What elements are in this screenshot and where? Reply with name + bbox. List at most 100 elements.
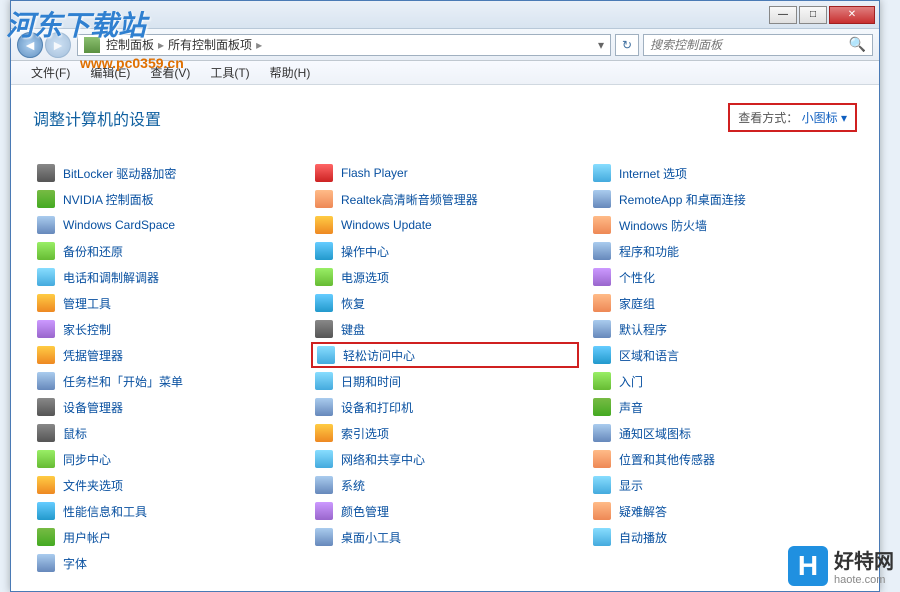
cp-item[interactable]: 用户帐户 — [33, 524, 301, 550]
view-mode-selector[interactable]: 查看方式： 小图标 ▾ — [728, 103, 857, 132]
cp-item-icon — [37, 502, 55, 520]
cp-item-icon — [593, 320, 611, 338]
cp-item-label: 程序和功能 — [619, 243, 679, 260]
cp-item[interactable]: BitLocker 驱动器加密 — [33, 160, 301, 186]
search-icon[interactable]: 🔍 — [849, 36, 866, 53]
cp-item-label: 字体 — [63, 555, 87, 572]
cp-item-label: 位置和其他传感器 — [619, 451, 715, 468]
cp-item-label: 同步中心 — [63, 451, 111, 468]
cp-item[interactable]: 恢复 — [311, 290, 579, 316]
cp-item[interactable]: 系统 — [311, 472, 579, 498]
cp-item-icon — [593, 242, 611, 260]
cp-item[interactable]: 字体 — [33, 550, 301, 576]
cp-item[interactable]: 显示 — [589, 472, 857, 498]
cp-item-label: 备份和还原 — [63, 243, 123, 260]
haote-logo-icon: H — [788, 546, 828, 586]
maximize-button[interactable]: □ — [799, 6, 827, 24]
cp-item[interactable]: 程序和功能 — [589, 238, 857, 264]
cp-item-icon — [37, 398, 55, 416]
menu-edit[interactable]: 编辑(E) — [80, 61, 140, 84]
cp-item[interactable]: 日期和时间 — [311, 368, 579, 394]
menu-file[interactable]: 文件(F) — [21, 61, 80, 84]
cp-item-icon — [593, 372, 611, 390]
titlebar: — □ ✕ — [11, 1, 879, 29]
cp-item-label: 键盘 — [341, 321, 365, 338]
cp-item-label: 用户帐户 — [63, 529, 111, 546]
forward-button[interactable]: ► — [45, 32, 71, 58]
cp-item[interactable]: 网络和共享中心 — [311, 446, 579, 472]
cp-item[interactable]: 轻松访问中心 — [311, 342, 579, 368]
cp-item[interactable]: 疑难解答 — [589, 498, 857, 524]
menu-view[interactable]: 查看(V) — [140, 61, 200, 84]
search-input[interactable] — [650, 38, 849, 52]
cp-item-label: RemoteApp 和桌面连接 — [619, 191, 746, 208]
cp-item[interactable]: 凭据管理器 — [33, 342, 301, 368]
cp-item[interactable]: 设备管理器 — [33, 394, 301, 420]
menu-help[interactable]: 帮助(H) — [260, 61, 321, 84]
cp-item-label: 颜色管理 — [341, 503, 389, 520]
cp-item[interactable]: 默认程序 — [589, 316, 857, 342]
cp-item[interactable]: Internet 选项 — [589, 160, 857, 186]
refresh-button[interactable]: ↻ — [615, 34, 639, 56]
haote-name: 好特网 — [834, 545, 894, 574]
cp-item[interactable]: 区域和语言 — [589, 342, 857, 368]
cp-item[interactable]: 文件夹选项 — [33, 472, 301, 498]
close-button[interactable]: ✕ — [829, 6, 875, 24]
cp-item[interactable]: 同步中心 — [33, 446, 301, 472]
cp-item[interactable]: 桌面小工具 — [311, 524, 579, 550]
cp-item[interactable]: Windows 防火墙 — [589, 212, 857, 238]
cp-item[interactable]: NVIDIA 控制面板 — [33, 186, 301, 212]
breadcrumb-current[interactable]: 所有控制面板项 — [168, 36, 252, 53]
cp-item[interactable]: 索引选项 — [311, 420, 579, 446]
cp-item[interactable]: 电源选项 — [311, 264, 579, 290]
cp-item[interactable]: 颜色管理 — [311, 498, 579, 524]
cp-item[interactable]: 鼠标 — [33, 420, 301, 446]
cp-item[interactable]: 通知区域图标 — [589, 420, 857, 446]
cp-item-label: Windows 防火墙 — [619, 217, 707, 234]
back-button[interactable]: ◄ — [17, 32, 43, 58]
cp-item[interactable]: Realtek高清晰音频管理器 — [311, 186, 579, 212]
control-panel-icon — [84, 37, 100, 53]
cp-item-label: 系统 — [341, 477, 365, 494]
minimize-button[interactable]: — — [769, 6, 797, 24]
cp-item[interactable]: 声音 — [589, 394, 857, 420]
cp-item-icon — [593, 424, 611, 442]
cp-item-label: 设备和打印机 — [341, 399, 413, 416]
cp-item-icon — [37, 450, 55, 468]
cp-item[interactable]: 家庭组 — [589, 290, 857, 316]
cp-item-label: 电话和调制解调器 — [63, 269, 159, 286]
cp-item[interactable]: 电话和调制解调器 — [33, 264, 301, 290]
cp-item-icon — [315, 320, 333, 338]
cp-item-label: 文件夹选项 — [63, 477, 123, 494]
menu-tools[interactable]: 工具(T) — [200, 61, 259, 84]
cp-item-icon — [37, 554, 55, 572]
cp-item[interactable]: RemoteApp 和桌面连接 — [589, 186, 857, 212]
cp-item-icon — [593, 164, 611, 182]
cp-item[interactable]: 位置和其他传感器 — [589, 446, 857, 472]
cp-item[interactable]: Windows CardSpace — [33, 212, 301, 238]
breadcrumb-root[interactable]: 控制面板 — [106, 36, 154, 53]
breadcrumb-field[interactable]: 控制面板 ▸ 所有控制面板项 ▸ ▾ — [77, 34, 611, 56]
cp-item-icon — [593, 502, 611, 520]
cp-item[interactable]: 设备和打印机 — [311, 394, 579, 420]
cp-item[interactable]: 性能信息和工具 — [33, 498, 301, 524]
view-mode-value[interactable]: 小图标 ▾ — [802, 111, 847, 125]
cp-item[interactable]: Windows Update — [311, 212, 579, 238]
cp-item-icon — [593, 190, 611, 208]
cp-item-icon — [315, 424, 333, 442]
cp-item[interactable]: 键盘 — [311, 316, 579, 342]
cp-item-icon — [315, 164, 333, 182]
cp-item[interactable]: Flash Player — [311, 160, 579, 186]
cp-item-icon — [37, 164, 55, 182]
cp-item[interactable]: 家长控制 — [33, 316, 301, 342]
cp-item[interactable]: 任务栏和「开始」菜单 — [33, 368, 301, 394]
cp-item-icon — [315, 190, 333, 208]
haote-url: haote.com — [834, 574, 894, 586]
cp-item[interactable]: 个性化 — [589, 264, 857, 290]
cp-item[interactable]: 入门 — [589, 368, 857, 394]
cp-item[interactable]: 管理工具 — [33, 290, 301, 316]
breadcrumb-dropdown[interactable]: ▾ — [598, 38, 604, 52]
search-field[interactable]: 🔍 — [643, 34, 873, 56]
cp-item[interactable]: 操作中心 — [311, 238, 579, 264]
cp-item[interactable]: 备份和还原 — [33, 238, 301, 264]
